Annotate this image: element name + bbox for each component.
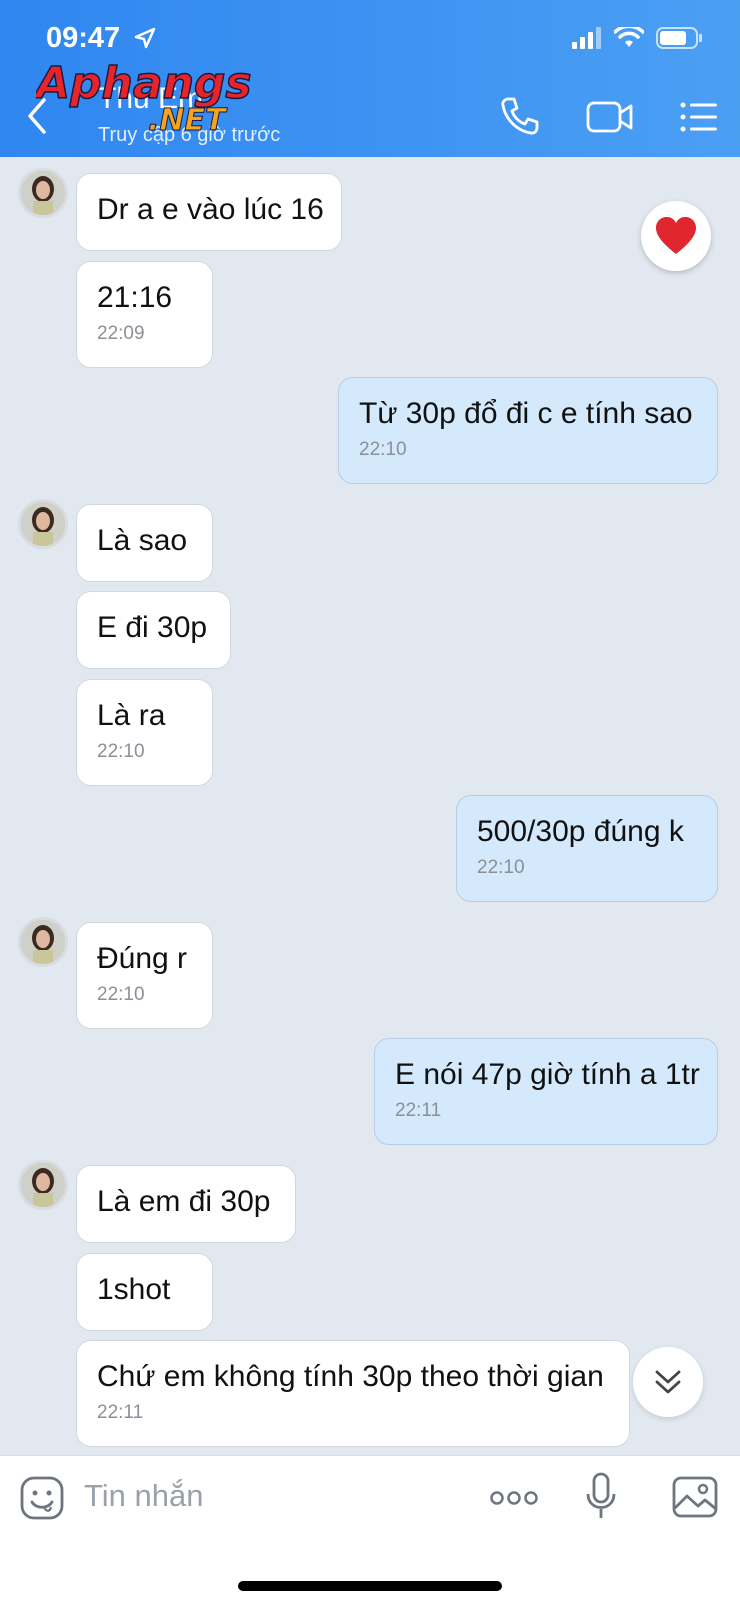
- message-bubble-sent[interactable]: Từ 30p đổ đi c e tính sao 22:10: [338, 377, 718, 484]
- message-text: E đi 30p: [97, 611, 208, 644]
- double-chevron-down-icon: [655, 1370, 681, 1394]
- status-indicators: [572, 26, 704, 50]
- phone-icon[interactable]: [500, 96, 540, 136]
- message-bubble-received[interactable]: Là ra 22:10: [76, 679, 213, 786]
- aphangs-watermark-logo: Aphangs .NET: [36, 58, 252, 138]
- contact-avatar[interactable]: [18, 1160, 68, 1210]
- video-camera-icon[interactable]: [586, 100, 634, 134]
- message-bubble-received[interactable]: Dr a e vào lúc 16: [76, 173, 342, 251]
- chat-header: 09:47 Thu Em Truy cập 6 giờ trước Aphang…: [0, 0, 740, 157]
- message-bubble-sent[interactable]: E nói 47p giờ tính a 1tr 22:11: [374, 1038, 718, 1145]
- emoji-icon[interactable]: [20, 1476, 64, 1520]
- message-time: 22:10: [97, 984, 145, 1005]
- message-bubble-received[interactable]: E đi 30p: [76, 591, 231, 669]
- message-text: Là sao: [97, 524, 188, 557]
- battery-icon: [656, 27, 702, 49]
- avatar-photo: [21, 502, 65, 546]
- avatar-photo: [21, 1163, 65, 1207]
- message-bubble-received[interactable]: 1shot: [76, 1253, 213, 1331]
- message-time: 22:10: [359, 439, 407, 460]
- contact-avatar[interactable]: [18, 168, 68, 218]
- message-text: E nói 47p giờ tính a 1tr: [395, 1058, 700, 1091]
- more-dots-icon[interactable]: [490, 1490, 538, 1506]
- message-bubble-received[interactable]: Là sao: [76, 504, 213, 582]
- message-bubble-received[interactable]: Chứ em không tính 30p theo thời gian 22:…: [76, 1340, 630, 1447]
- message-bubble-received[interactable]: Đúng r 22:10: [76, 922, 213, 1029]
- message-time: 22:11: [395, 1100, 442, 1121]
- message-text: Đúng r: [97, 942, 188, 975]
- contact-avatar[interactable]: [18, 917, 68, 967]
- signal-icon: [572, 27, 601, 49]
- message-text: Là em đi 30p: [97, 1185, 271, 1218]
- svg-text:Aphangs: Aphangs: [36, 58, 252, 109]
- heart-reaction-button[interactable]: [641, 201, 711, 271]
- microphone-icon[interactable]: [586, 1472, 616, 1520]
- message-text: Chứ em không tính 30p theo thời gian: [97, 1360, 604, 1393]
- message-text: Từ 30p đổ đi c e tính sao: [359, 397, 693, 430]
- message-time: 22:11: [97, 1402, 144, 1423]
- status-time: 09:47: [46, 22, 121, 54]
- wifi-icon: [614, 27, 644, 47]
- message-time: 22:09: [97, 323, 145, 344]
- message-text: Là ra: [97, 699, 166, 732]
- message-bubble-received[interactable]: 21:16 22:09: [76, 261, 213, 368]
- message-time: 22:10: [97, 741, 145, 762]
- avatar-photo: [21, 920, 65, 964]
- message-bubble-sent[interactable]: 500/30p đúng k 22:10: [456, 795, 718, 902]
- message-bubble-received[interactable]: Là em đi 30p: [76, 1165, 296, 1243]
- message-text: Dr a e vào lúc 16: [97, 193, 324, 226]
- home-indicator[interactable]: [238, 1581, 502, 1591]
- heart-icon: [656, 217, 696, 254]
- message-input-bar: Tin nhắn: [0, 1455, 740, 1600]
- message-time: 22:10: [477, 857, 525, 878]
- message-text: 21:16: [97, 281, 173, 314]
- contact-avatar[interactable]: [18, 499, 68, 549]
- scroll-to-bottom-button[interactable]: [633, 1347, 703, 1417]
- message-text: 500/30p đúng k: [477, 815, 684, 848]
- avatar-photo: [21, 171, 65, 215]
- location-arrow-icon: [134, 27, 156, 49]
- message-input[interactable]: Tin nhắn: [84, 1478, 204, 1514]
- image-icon[interactable]: [672, 1476, 718, 1518]
- list-menu-icon[interactable]: [680, 102, 718, 132]
- svg-text:.NET: .NET: [148, 103, 228, 138]
- message-text: 1shot: [97, 1273, 171, 1306]
